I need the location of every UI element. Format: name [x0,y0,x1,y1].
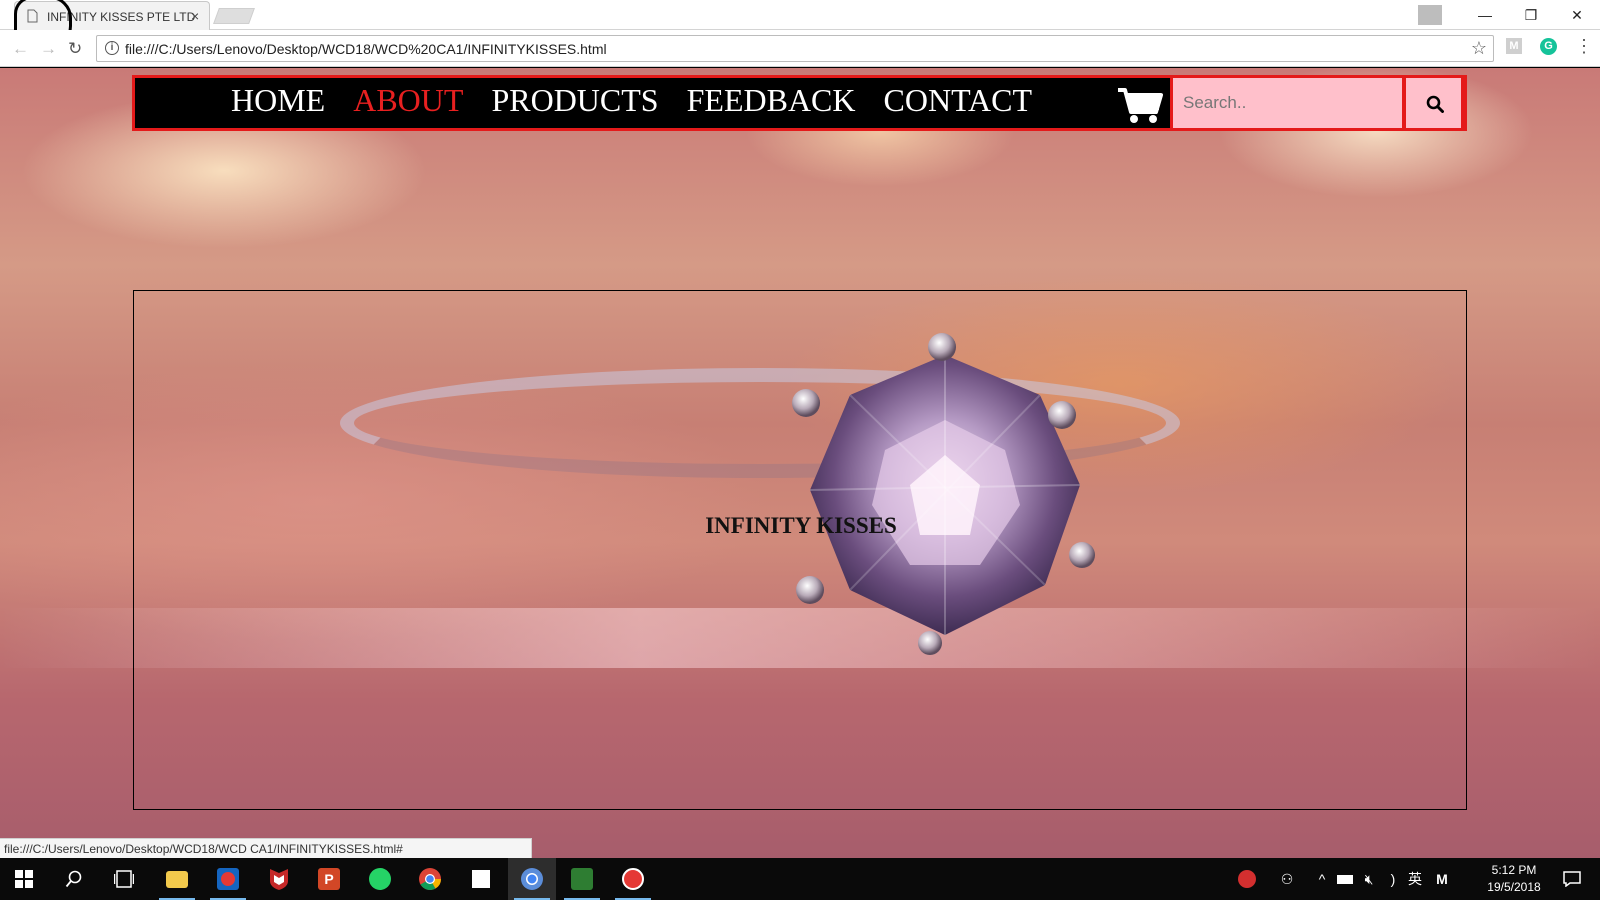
file-explorer-icon[interactable] [153,858,201,900]
profile-icon[interactable] [1418,5,1442,25]
app-red-icon[interactable] [204,858,252,900]
link-status-bubble: file:///C:/Users/Lenovo/Desktop/WCD18/WC… [0,838,532,858]
excel-icon[interactable] [558,858,606,900]
bookmark-star-icon[interactable]: ☆ [1471,38,1487,59]
people-icon[interactable]: ⚇ [1274,858,1300,900]
back-arrow-icon[interactable]: ← [12,39,29,59]
mcafee-icon[interactable] [255,858,303,900]
whatsapp-icon[interactable] [356,858,404,900]
browser-menu-icon[interactable]: ⋮ [1575,36,1593,57]
grammarly-extension-icon[interactable]: G [1540,38,1557,55]
address-url[interactable]: file:///C:/Users/Lenovo/Desktop/WCD18/WC… [125,41,607,57]
page-background: HOME ABOUT PRODUCTS FEEDBACK CONTACT Sea… [0,68,1600,858]
ime-language-indicator[interactable]: 英 [1404,858,1426,900]
search-icon[interactable] [50,858,98,900]
sticky-notes-icon[interactable] [457,858,505,900]
shopping-cart-icon[interactable] [1116,86,1164,124]
nav-products[interactable]: PRODUCTS [491,82,658,119]
tray-red-app-icon[interactable] [1234,858,1260,900]
ime-mode-icon[interactable]: M [1430,858,1454,900]
windows-start-icon[interactable] [0,858,48,900]
tab-close-icon[interactable]: × [191,8,199,24]
browser-tab[interactable]: INFINITY KISSES PTE LTD × [14,1,210,30]
forward-arrow-icon[interactable]: → [40,39,57,59]
new-tab-button[interactable] [213,8,255,24]
windows-taskbar: P ⚇ ^ 🔇︎ ) 英 M 5:12 PM 19/5/2018 [0,858,1600,900]
search-box [1170,75,1405,131]
chrome-active-icon[interactable] [508,858,556,900]
site-navbar: HOME ABOUT PRODUCTS FEEDBACK CONTACT [132,75,1467,131]
minimize-button[interactable]: — [1462,7,1508,23]
nav-links: HOME ABOUT PRODUCTS FEEDBACK CONTACT [231,82,1032,119]
app-seal-icon[interactable] [609,858,657,900]
search-button[interactable] [1403,75,1464,131]
clock-time: 5:12 PM [1491,863,1537,877]
search-icon [1426,95,1444,113]
hero-title: INFINITY KISSES [705,513,897,538]
notifications-icon[interactable] [1556,858,1588,900]
nav-about[interactable]: ABOUT [353,82,463,119]
tab-title: INFINITY KISSES PTE LTD [47,10,196,24]
task-view-icon[interactable] [100,858,148,900]
diamond-ring-image [792,333,1095,655]
powerpoint-icon[interactable]: P [305,858,353,900]
address-bar[interactable]: i file:///C:/Users/Lenovo/Desktop/WCD18/… [96,35,1494,62]
search-input[interactable] [1173,78,1402,128]
nav-contact[interactable]: CONTACT [884,82,1033,119]
restore-button[interactable]: ❐ [1508,7,1554,24]
info-icon[interactable]: i [105,41,119,55]
document-icon [27,9,38,23]
wifi-icon[interactable]: ) [1382,858,1404,900]
browser-toolbar: ← → ↻ i file:///C:/Users/Lenovo/Desktop/… [0,30,1600,67]
chevron-up-icon[interactable]: ^ [1312,858,1332,900]
battery-icon[interactable] [1334,858,1356,900]
clock-date: 19/5/2018 [1487,880,1541,894]
window-controls: — ❐ ✕ [1418,0,1600,30]
chrome-icon[interactable] [406,858,454,900]
nav-feedback[interactable]: FEEDBACK [687,82,856,119]
reload-icon[interactable]: ↻ [68,39,82,59]
hero-frame: INFINITY KISSES [133,290,1467,810]
close-window-button[interactable]: ✕ [1554,7,1600,24]
extension-m-icon[interactable]: M [1506,38,1522,54]
browser-tab-bar: INFINITY KISSES PTE LTD × — ❐ ✕ [0,0,1600,46]
speaker-muted-icon[interactable]: 🔇︎ [1358,858,1380,900]
nav-home[interactable]: HOME [231,82,325,119]
system-clock[interactable]: 5:12 PM 19/5/2018 [1474,862,1554,896]
